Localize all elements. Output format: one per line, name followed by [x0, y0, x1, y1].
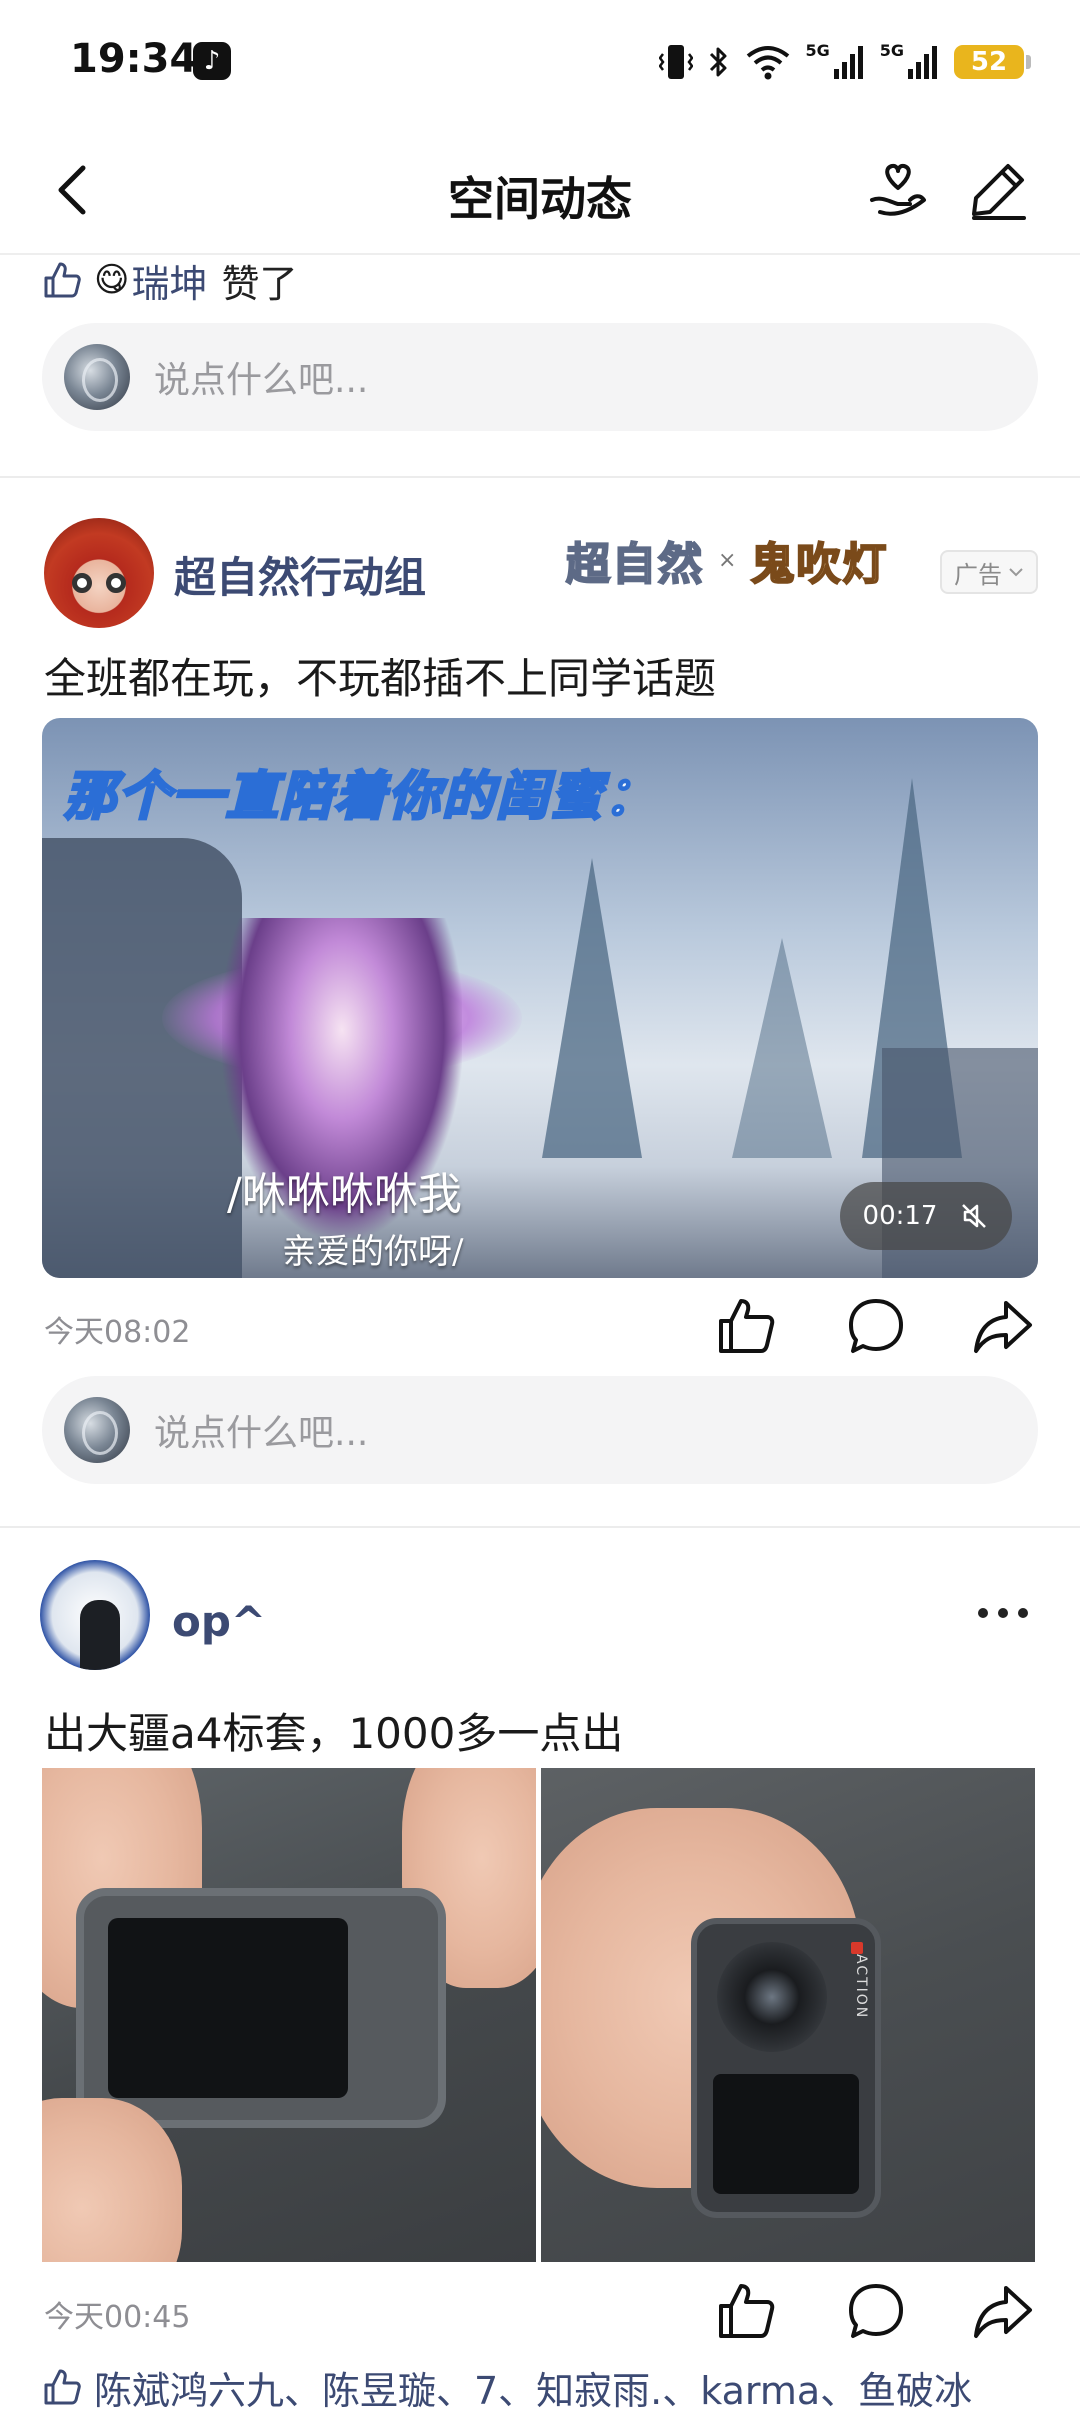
avatar-eye: [106, 573, 126, 593]
comment-input[interactable]: 说点什么吧...: [42, 323, 1038, 431]
post-text: 出大疆a4标套，1000多一点出: [44, 1709, 624, 1758]
photo-camera-dot: [851, 1942, 863, 1954]
post-photo-1[interactable]: [42, 1768, 536, 2262]
battery-icon: 52: [954, 45, 1031, 79]
likes-row: 陈斌鸿六九、陈昱璇、7、知寂雨.、karma、鱼破冰: [42, 2362, 1042, 2412]
post-author[interactable]: op^: [172, 1597, 266, 1646]
post-time: 今天00:45: [44, 2300, 191, 2335]
photo-camera-lens: [717, 1942, 827, 2052]
chevron-down-icon: [1009, 568, 1023, 577]
photo-camera-screen: [713, 2074, 859, 2194]
ad-label: 广告: [954, 560, 1002, 589]
nav-bar: 空间动态: [0, 125, 1080, 255]
like-icon[interactable]: [715, 1295, 777, 1357]
heart-hand-icon[interactable]: [866, 158, 930, 222]
edit-icon[interactable]: [966, 158, 1030, 222]
status-icons: 5G 5G 52: [659, 40, 1031, 84]
avatar[interactable]: [40, 1560, 150, 1670]
bluetooth-icon: [710, 47, 727, 77]
post-photo-2[interactable]: ACTION: [541, 1768, 1035, 2262]
avatar: [64, 1397, 130, 1463]
avatar-eye: [72, 573, 92, 593]
post-author[interactable]: 超自然行动组: [174, 544, 426, 605]
network-type-1: 5G: [805, 40, 830, 60]
video-duration-pill[interactable]: 00:17: [840, 1182, 1012, 1250]
comment-placeholder: 说点什么吧...: [154, 1413, 369, 1454]
liker-names[interactable]: 陈斌鸿六九、陈昱璇、7、知寂雨.、karma、鱼破冰: [94, 2362, 972, 2412]
more-options-icon[interactable]: [978, 1608, 1028, 1622]
status-time: 19:34: [70, 36, 198, 82]
video-player[interactable]: 那个一直陪着你的闺蜜： /咻咻咻咻我 亲爱的你呀/ 00:17: [42, 718, 1038, 1278]
divider: [0, 476, 1080, 478]
signal-icon: [833, 46, 863, 79]
vibrate-icon: [659, 45, 694, 79]
camera-label: ACTION: [853, 1954, 869, 2020]
avatar: [64, 344, 130, 410]
video-caption-top: 那个一直陪着你的闺蜜：: [62, 766, 659, 829]
video-scenery: [732, 938, 832, 1158]
divider: [0, 1526, 1080, 1528]
video-caption-line2: 亲爱的你呀/: [282, 1232, 464, 1272]
liker-name[interactable]: 瑞坤: [131, 253, 207, 308]
signal-icon: [908, 46, 937, 79]
thumbs-up-icon: [44, 262, 81, 298]
photo-camera: ACTION: [691, 1918, 881, 2218]
comment-placeholder: 说点什么吧...: [154, 360, 369, 401]
video-duration: 00:17: [862, 1201, 938, 1231]
comment-icon[interactable]: [845, 1295, 907, 1357]
mute-icon[interactable]: [959, 1201, 989, 1231]
logo-supernatural: 超自然: [565, 538, 704, 591]
video-caption-line1: /咻咻咻咻我: [227, 1169, 462, 1220]
comment-input[interactable]: 说点什么吧...: [42, 1376, 1038, 1484]
liker-emoji: 😋: [94, 260, 130, 300]
ad-badge[interactable]: 广告: [940, 550, 1038, 594]
liked-suffix: 赞了: [221, 261, 298, 306]
like-icon[interactable]: [715, 2280, 777, 2342]
tiktok-icon: ♪: [193, 42, 231, 80]
video-scenery: [542, 858, 642, 1158]
status-bar: 19:34 ♪ 5G 5G 52: [0, 0, 1080, 125]
comment-icon[interactable]: [845, 2280, 907, 2342]
network-type-2: 5G: [879, 40, 904, 60]
ad-logos[interactable]: 超自然 × 鬼吹灯: [565, 520, 889, 600]
likes-row: 😋 瑞坤 赞了: [42, 253, 298, 308]
avatar[interactable]: [44, 518, 154, 628]
photo-camera-screen: [108, 1918, 348, 2098]
share-icon[interactable]: [972, 1295, 1034, 1357]
share-icon[interactable]: [972, 2280, 1034, 2342]
avatar-figure: [80, 1600, 120, 1670]
post-text: 全班都在玩，不玩都插不上同学话题: [44, 654, 717, 703]
wifi-icon: [747, 46, 790, 80]
logo-ghost-lamp: 鬼吹灯: [749, 538, 889, 591]
thumbs-up-icon: [44, 2369, 81, 2405]
photo-camera: [76, 1888, 446, 2128]
post-time: 今天08:02: [44, 1315, 191, 1350]
logo-separator: ×: [718, 547, 737, 573]
